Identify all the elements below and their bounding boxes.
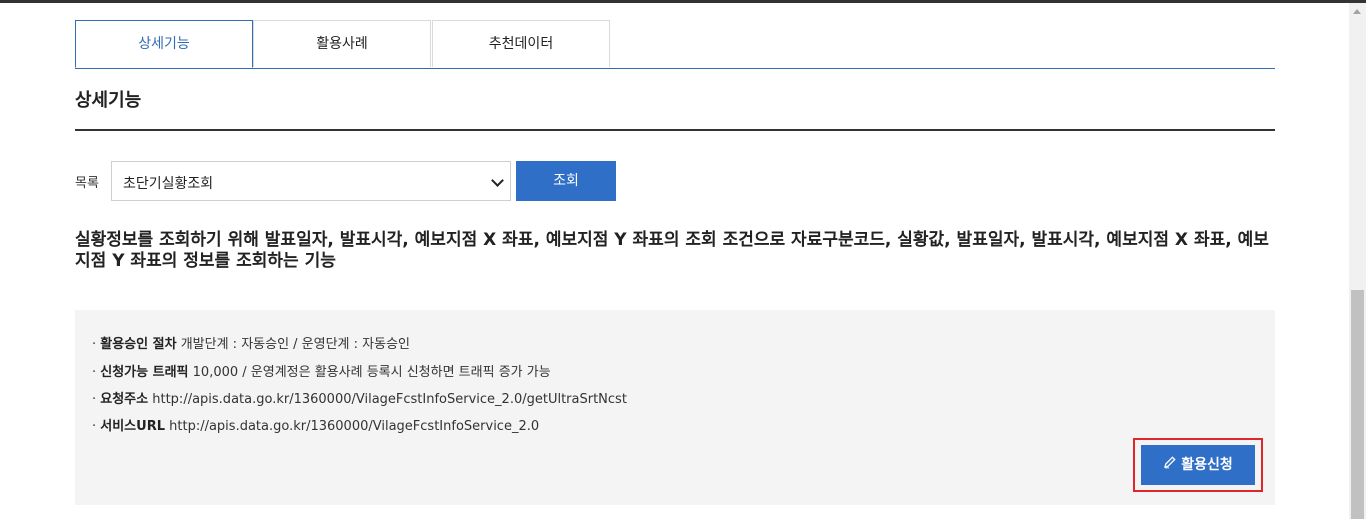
- info-value: 10,000 / 운영계정은 활용사례 등록시 신청하면 트래픽 증가 가능: [192, 365, 551, 380]
- tab-recommended-data[interactable]: 추천데이터: [432, 20, 610, 67]
- window-top-border: [0, 0, 1366, 3]
- pencil-icon: [1163, 445, 1177, 485]
- section-divider: [75, 129, 1275, 131]
- info-key: 서비스URL: [100, 419, 165, 434]
- info-key: 활용승인 절차: [100, 337, 177, 352]
- info-request-url: · 요청주소 http://apis.data.go.kr/1360000/Vi…: [92, 392, 627, 407]
- apply-button-label: 활용신청: [1181, 457, 1233, 473]
- tab-detail-features[interactable]: 상세기능: [75, 20, 253, 68]
- info-key: 요청주소: [100, 392, 149, 407]
- tab-bar: 상세기능 활용사례 추천데이터: [75, 20, 1275, 69]
- apply-button[interactable]: 활용신청: [1141, 445, 1255, 485]
- operation-select-value: 초단기실황조회: [123, 176, 214, 192]
- info-value: http://apis.data.go.kr/1360000/VilageFcs…: [169, 419, 540, 434]
- chevron-down-icon: [491, 174, 504, 187]
- tab-use-cases[interactable]: 활용사례: [253, 20, 431, 67]
- info-service-url: · 서비스URL http://apis.data.go.kr/1360000/…: [92, 419, 540, 434]
- info-traffic: · 신청가능 트래픽 10,000 / 운영계정은 활용사례 등록시 신청하면 …: [92, 365, 551, 380]
- info-panel: · 활용승인 절차 개발단계 : 자동승인 / 운영단계 : 자동승인 · 신청…: [75, 310, 1275, 505]
- info-approval-procedure: · 활용승인 절차 개발단계 : 자동승인 / 운영단계 : 자동승인: [92, 337, 410, 352]
- section-title: 상세기능: [75, 90, 142, 111]
- scroll-up-arrow-icon[interactable]: [1353, 9, 1361, 14]
- info-key: 신청가능 트래픽: [100, 365, 189, 380]
- operation-select[interactable]: 초단기실황조회: [111, 161, 511, 201]
- info-value: http://apis.data.go.kr/1360000/VilageFcs…: [152, 392, 627, 407]
- scrollbar-thumb[interactable]: [1351, 290, 1364, 519]
- info-value: 개발단계 : 자동승인 / 운영단계 : 자동승인: [180, 337, 410, 352]
- list-label: 목록: [75, 176, 99, 191]
- page-scrollbar[interactable]: [1349, 3, 1366, 519]
- query-button[interactable]: 조회: [516, 161, 616, 201]
- function-description: 실황정보를 조회하기 위해 발표일자, 발표시각, 예보지점 X 좌표, 예보지…: [75, 230, 1269, 271]
